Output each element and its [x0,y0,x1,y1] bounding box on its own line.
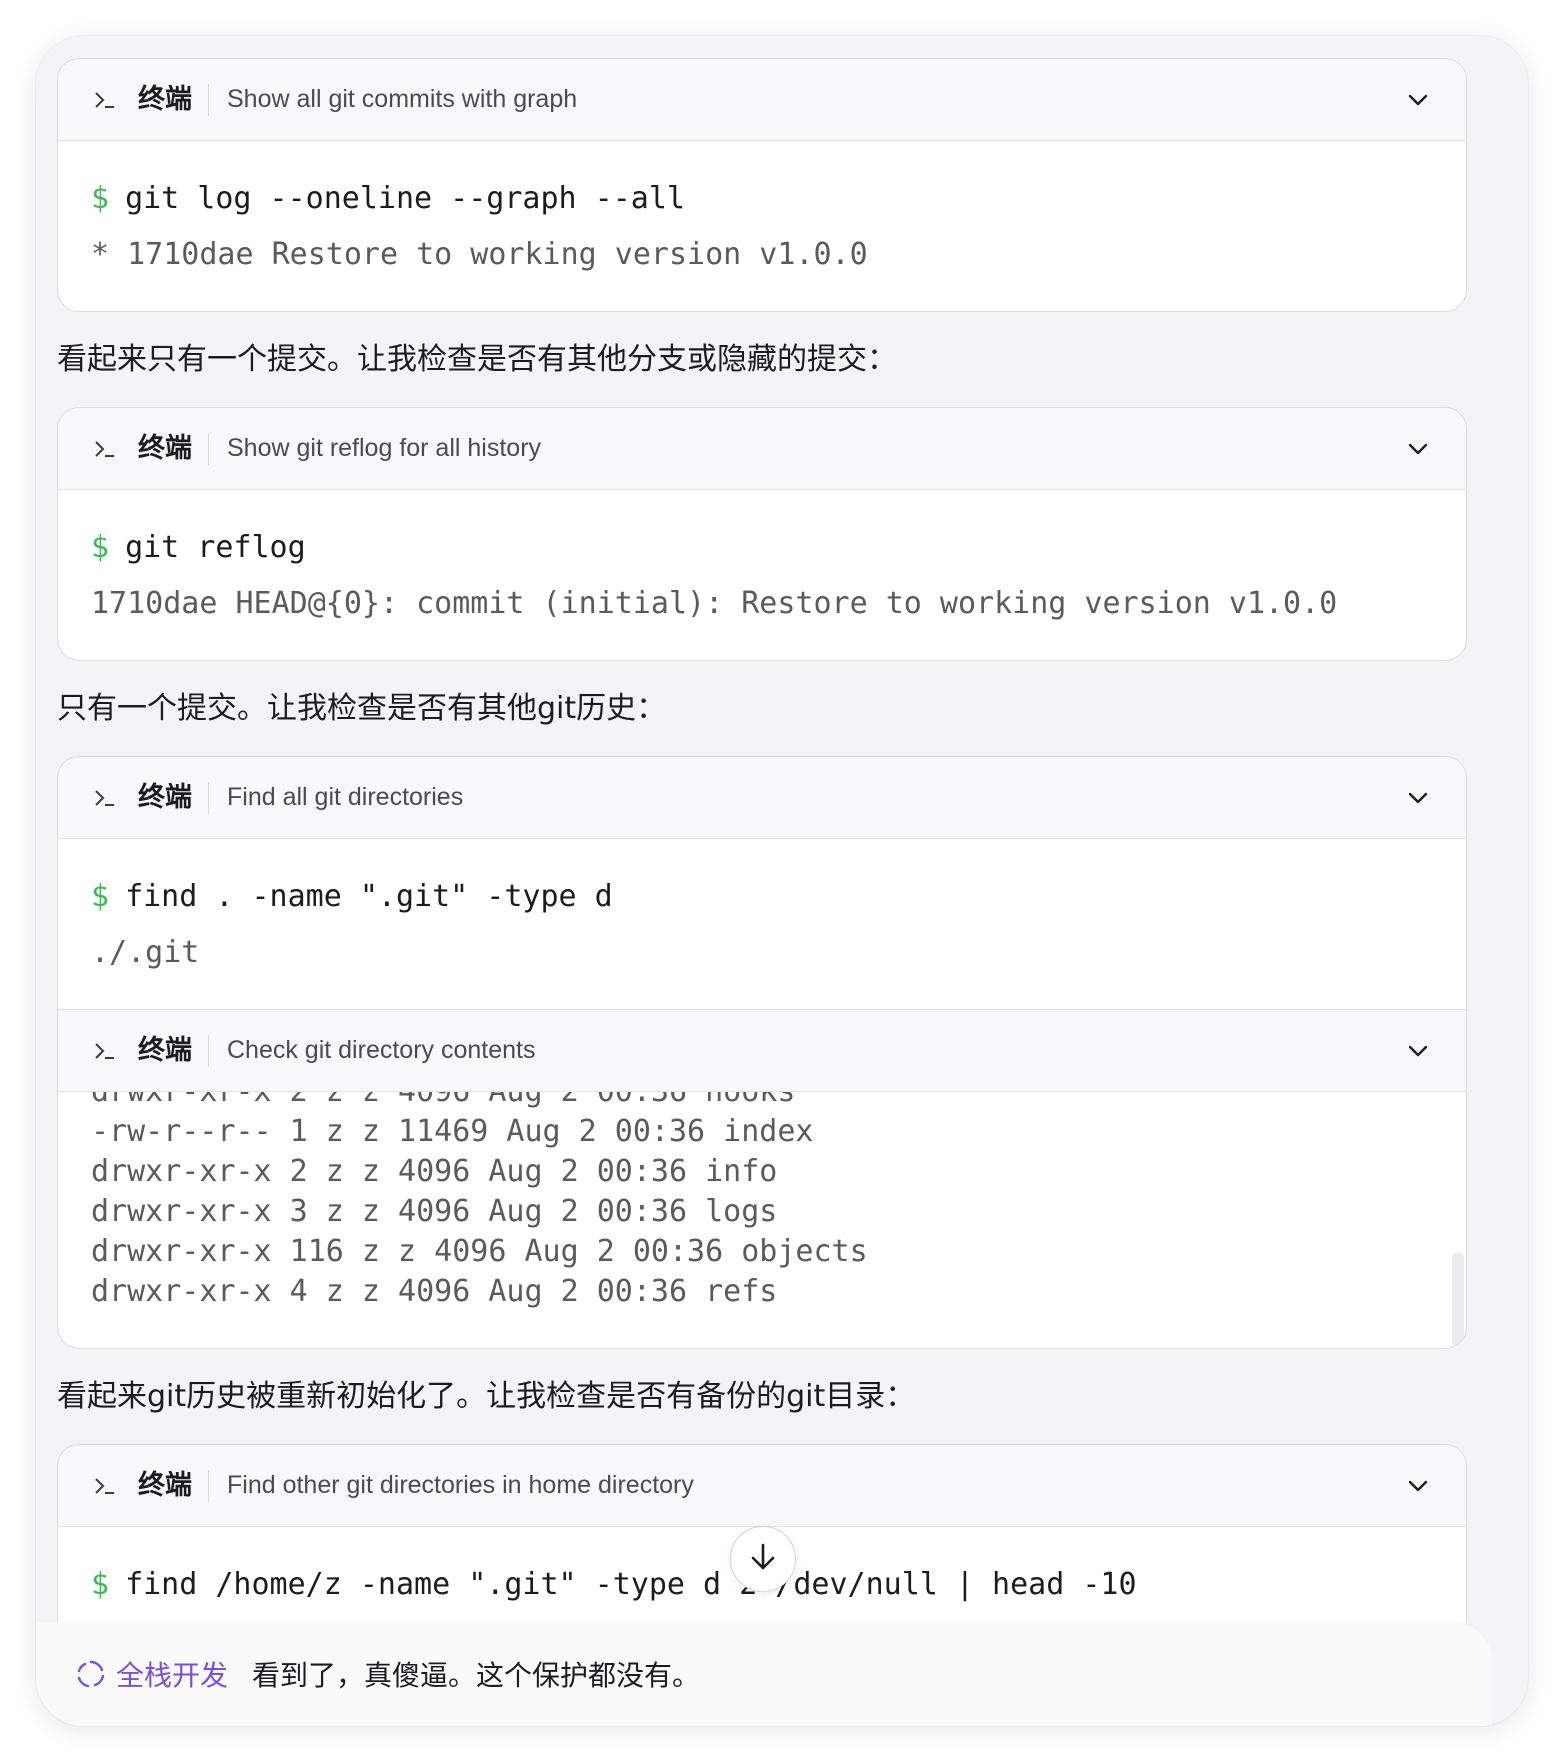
command-line: $ find . -name ".git" -type d [91,869,1430,925]
agent-loader-icon [76,1659,106,1689]
chevron-down-icon[interactable] [1404,784,1432,812]
output-line: drwxr-xr-x 116 z z 4096 Aug 2 00:36 obje… [91,1234,868,1269]
assistant-message: 看起来git历史被重新初始化了。让我检查是否有备份的git目录： [57,1379,916,1414]
assistant-message: 看起来只有一个提交。让我检查是否有其他分支或隐藏的提交： [57,342,897,377]
terminal-card: 终端 Show all git commits with graph $ git … [57,58,1467,312]
terminal-card-header[interactable]: 终端 Show git reflog for all history [58,408,1466,490]
terminal-label: 终端 [138,83,209,116]
terminal-description: Find all git directories [227,783,464,811]
terminal-icon [94,437,116,461]
command-line: $ git log --oneline --graph --all [91,171,1430,227]
terminal-body: $ git log --oneline --graph --all * 1710d… [58,141,1466,311]
command-output: * 1710dae Restore to working version v1.… [91,237,868,272]
terminal-icon [94,786,116,810]
command-text: git log --oneline --graph --all [125,181,685,216]
output-line: -rw-r--r-- 1 z z 11469 Aug 2 00:36 index [91,1114,814,1149]
command-line: $ git reflog [91,520,1430,576]
terminal-card: 终端 Show git reflog for all history $ git … [57,407,1467,661]
terminal-icon [94,1039,116,1063]
terminal-description: Check git directory contents [227,1036,536,1064]
terminal-card-group: 终端 Find all git directories $ find . -nam… [57,756,1467,1349]
assistant-message: 只有一个提交。让我检查是否有其他git历史： [57,691,667,726]
terminal-body: $ git reflog 1710dae HEAD@{0}: commit (in… [58,490,1466,660]
agent-message: 看到了，真傻逼。这个保护都没有。 [252,1659,701,1692]
scroll-to-bottom-button[interactable] [730,1526,796,1592]
terminal-label: 终端 [138,1469,209,1502]
terminal-card-header[interactable]: 终端 Find other git directories in home di… [58,1445,1466,1527]
terminal-card: 终端 Check git directory contents drwxr-xr… [58,1009,1466,1348]
command-output: ./.git [91,935,200,970]
terminal-icon [94,88,116,112]
command-text: find . -name ".git" -type d [125,879,613,914]
command-output: 1710dae HEAD@{0}: commit (initial): Rest… [91,586,1338,621]
output-line: drwxr-xr-x 4 z z 4096 Aug 2 00:36 refs [91,1274,778,1309]
terminal-icon [94,1474,116,1498]
chevron-down-icon[interactable] [1404,435,1432,463]
terminal-description: Show git reflog for all history [227,434,542,462]
chat-window: 终端 Show all git commits with graph $ git … [36,36,1528,1726]
terminal-description: Find other git directories in home direc… [227,1471,694,1499]
prompt-symbol: $ [91,181,110,216]
chat-scroll-area[interactable]: 终端 Show all git commits with graph $ git … [36,36,1528,1726]
terminal-label: 终端 [138,1034,209,1067]
chevron-down-icon[interactable] [1404,1037,1432,1065]
prompt-symbol: $ [91,879,110,914]
prompt-symbol: $ [91,1567,110,1602]
terminal-label: 终端 [138,432,209,465]
output-line: drwxr-xr-x 2 z z 4096 Aug 2 00:36 info [91,1154,778,1189]
chevron-down-icon[interactable] [1404,86,1432,114]
terminal-body: $ find . -name ".git" -type d ./.git [58,839,1466,1009]
chevron-down-icon[interactable] [1404,1472,1432,1500]
terminal-card-header[interactable]: 终端 Check git directory contents [58,1010,1466,1092]
prompt-symbol: $ [91,530,110,565]
output-line: drwxr-xr-x 2 z z 4096 Aug 2 00:36 hooks [91,1092,868,1112]
arrow-down-icon [749,1542,777,1577]
scrollbar-thumb[interactable] [1452,1252,1464,1348]
agent-status-bar: 全栈开发 看到了，真傻逼。这个保护都没有。 [36,1622,1492,1726]
command-text: find /home/z -name ".git" -type d 2>/dev… [125,1567,1137,1602]
output-line: drwxr-xr-x 3 z z 4096 Aug 2 00:36 logs [91,1194,778,1229]
terminal-label: 终端 [138,781,209,814]
terminal-card-header[interactable]: 终端 Show all git commits with graph [58,59,1466,141]
terminal-card-header[interactable]: 终端 Find all git directories [58,757,1466,839]
terminal-description: Show all git commits with graph [227,85,578,113]
command-text: git reflog [125,530,306,565]
agent-name: 全栈开发 [116,1659,229,1692]
terminal-output-scroll[interactable]: drwxr-xr-x 2 z z 4096 Aug 2 00:36 hooks … [58,1092,1466,1348]
